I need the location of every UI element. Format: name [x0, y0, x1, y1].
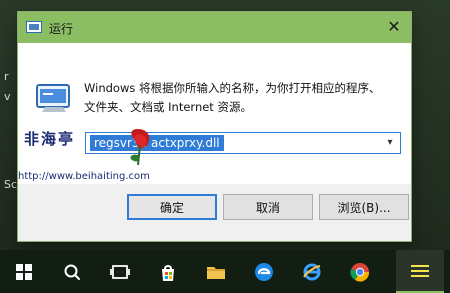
watermark-url: http://www.beihaiting.com: [18, 171, 150, 182]
cancel-button-label: 取消: [255, 200, 280, 215]
store-icon: [162, 264, 174, 281]
ok-button[interactable]: 确定: [127, 194, 217, 220]
edge-button[interactable]: [240, 250, 288, 293]
file-explorer-button[interactable]: [192, 250, 240, 293]
run-program-icon: [36, 84, 70, 112]
browse-button-label: 浏览(B)...: [337, 200, 391, 215]
dialog-content: Windows 将根据你所输入的名称，为你打开相应的程序、 文件夹、文档或 In…: [18, 43, 411, 184]
desktop-icon-label: v: [4, 90, 11, 103]
store-button[interactable]: [144, 250, 192, 293]
close-icon: ✕: [387, 17, 401, 36]
chrome-button[interactable]: [336, 250, 384, 293]
notes-icon: [411, 264, 429, 277]
search-button[interactable]: [48, 250, 96, 293]
edge-icon: [255, 262, 273, 281]
description-line: 文件夹、文档或 Internet 资源。: [84, 100, 252, 114]
chrome-icon: [350, 262, 370, 282]
search-icon: [64, 264, 80, 280]
ok-button-label: 确定: [159, 200, 184, 215]
run-icon: [26, 21, 42, 33]
run-description: Windows 将根据你所输入的名称，为你打开相应的程序、 文件夹、文档或 In…: [84, 79, 404, 117]
browse-button[interactable]: 浏览(B)...: [319, 194, 409, 220]
chevron-down-icon[interactable]: ▾: [383, 136, 397, 150]
internet-explorer-button[interactable]: [288, 250, 336, 293]
ie-icon: [303, 263, 321, 280]
folder-icon: [207, 266, 225, 279]
close-button[interactable]: ✕: [383, 16, 405, 38]
rose-watermark-icon: [130, 129, 150, 166]
task-view-icon: [110, 264, 130, 279]
description-line: Windows 将根据你所输入的名称，为你打开相应的程序、: [84, 81, 381, 95]
notes-button[interactable]: [396, 250, 444, 293]
desktop-icon-label: Sc: [4, 178, 18, 191]
cancel-button[interactable]: 取消: [223, 194, 313, 220]
titlebar[interactable]: 运行 ✕: [18, 12, 411, 43]
window-title: 运行: [49, 22, 74, 36]
task-view-button[interactable]: [96, 250, 144, 293]
open-label: 非海亭: [24, 128, 75, 149]
desktop-icon-label: r: [4, 70, 9, 83]
taskbar: [0, 250, 450, 293]
start-button[interactable]: [0, 250, 48, 293]
windows-logo-icon: [16, 263, 32, 280]
watermark-text: 非海亭: [24, 130, 76, 148]
run-dialog: 运行 ✕ Windows 将根据你所输入的名称，为你打开相应的程序、 文件夹、文…: [17, 11, 412, 242]
